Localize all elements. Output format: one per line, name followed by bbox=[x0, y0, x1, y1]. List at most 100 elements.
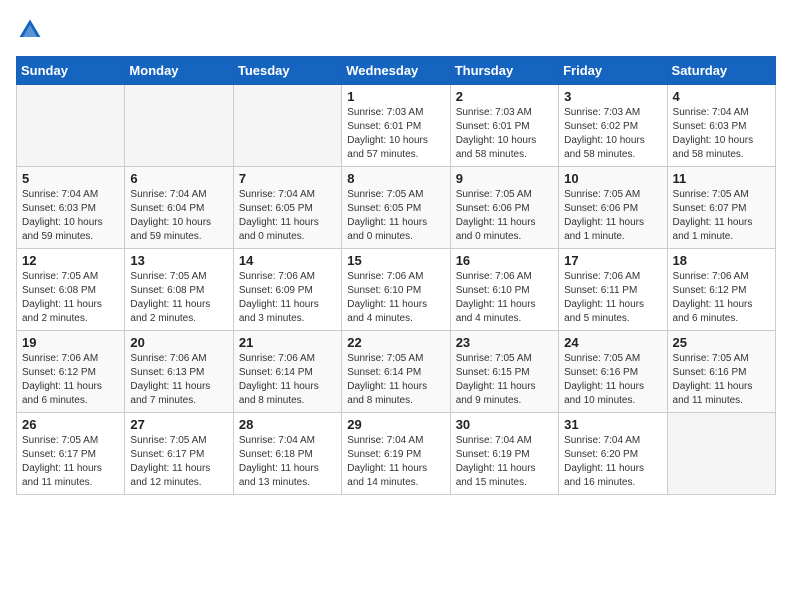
day-number: 16 bbox=[456, 253, 553, 268]
day-number: 10 bbox=[564, 171, 661, 186]
day-info: Sunrise: 7:04 AM Sunset: 6:19 PM Dayligh… bbox=[347, 434, 444, 490]
day-number: 25 bbox=[673, 335, 770, 350]
day-info: Sunrise: 7:05 AM Sunset: 6:06 PM Dayligh… bbox=[564, 188, 661, 244]
calendar-cell: 15 Sunrise: 7:06 AM Sunset: 6:10 PM Dayli… bbox=[342, 249, 450, 331]
day-info: Sunrise: 7:03 AM Sunset: 6:01 PM Dayligh… bbox=[347, 106, 444, 162]
calendar-cell: 14 Sunrise: 7:06 AM Sunset: 6:09 PM Dayli… bbox=[233, 249, 341, 331]
calendar-cell: 2 Sunrise: 7:03 AM Sunset: 6:01 PM Daylig… bbox=[450, 85, 558, 167]
calendar-week-3: 12Sunrise: 7:05 AM Sunset: 6:08 PM Dayli… bbox=[17, 249, 776, 331]
day-info: Sunrise: 7:06 AM Sunset: 6:14 PM Dayligh… bbox=[239, 352, 336, 408]
page-header bbox=[16, 16, 776, 44]
day-number: 26 bbox=[22, 417, 119, 432]
calendar-cell: 1 Sunrise: 7:03 AM Sunset: 6:01 PM Daylig… bbox=[342, 85, 450, 167]
calendar-cell bbox=[17, 85, 125, 167]
day-number: 22 bbox=[347, 335, 444, 350]
day-number: 14 bbox=[239, 253, 336, 268]
calendar-cell: 20 Sunrise: 7:06 AM Sunset: 6:13 PM Dayli… bbox=[125, 331, 233, 413]
day-info: Sunrise: 7:04 AM Sunset: 6:19 PM Dayligh… bbox=[456, 434, 553, 490]
calendar-cell: 11 Sunrise: 7:05 AM Sunset: 6:07 PM Dayli… bbox=[667, 167, 775, 249]
weekday-header-friday: Friday bbox=[559, 57, 667, 85]
day-info: Sunrise: 7:06 AM Sunset: 6:10 PM Dayligh… bbox=[347, 270, 444, 326]
calendar-cell: 25 Sunrise: 7:05 AM Sunset: 6:16 PM Dayli… bbox=[667, 331, 775, 413]
day-info: Sunrise: 7:04 AM Sunset: 6:20 PM Dayligh… bbox=[564, 434, 661, 490]
calendar-week-4: 19 Sunrise: 7:06 AM Sunset: 6:12 PM Dayli… bbox=[17, 331, 776, 413]
calendar-week-1: 1 Sunrise: 7:03 AM Sunset: 6:01 PM Daylig… bbox=[17, 85, 776, 167]
day-info: Sunrise: 7:05 AM Sunset: 6:08 PM Dayligh… bbox=[130, 270, 227, 326]
day-info: Sunrise: 7:04 AM Sunset: 6:05 PM Dayligh… bbox=[239, 188, 336, 244]
calendar-cell: 30 Sunrise: 7:04 AM Sunset: 6:19 PM Dayli… bbox=[450, 413, 558, 495]
day-number: 18 bbox=[673, 253, 770, 268]
calendar-cell: 3 Sunrise: 7:03 AM Sunset: 6:02 PM Daylig… bbox=[559, 85, 667, 167]
day-info: Sunrise: 7:05 AM Sunset: 6:07 PM Dayligh… bbox=[673, 188, 770, 244]
day-number: 24 bbox=[564, 335, 661, 350]
calendar-cell: 31 Sunrise: 7:04 AM Sunset: 6:20 PM Dayli… bbox=[559, 413, 667, 495]
calendar-cell: 9 Sunrise: 7:05 AM Sunset: 6:06 PM Daylig… bbox=[450, 167, 558, 249]
day-info: Sunrise: 7:04 AM Sunset: 6:04 PM Dayligh… bbox=[130, 188, 227, 244]
day-info: Sunrise: 7:05 AM Sunset: 6:06 PM Dayligh… bbox=[456, 188, 553, 244]
weekday-header-row: SundayMondayTuesdayWednesdayThursdayFrid… bbox=[17, 57, 776, 85]
calendar-week-5: 26 Sunrise: 7:05 AM Sunset: 6:17 PM Dayli… bbox=[17, 413, 776, 495]
day-number: 27 bbox=[130, 417, 227, 432]
day-number: 19 bbox=[22, 335, 119, 350]
day-info: Sunrise: 7:05 AM Sunset: 6:17 PM Dayligh… bbox=[130, 434, 227, 490]
calendar-cell bbox=[125, 85, 233, 167]
weekday-header-wednesday: Wednesday bbox=[342, 57, 450, 85]
day-info: Sunrise: 7:06 AM Sunset: 6:10 PM Dayligh… bbox=[456, 270, 553, 326]
calendar-cell: 27 Sunrise: 7:05 AM Sunset: 6:17 PM Dayli… bbox=[125, 413, 233, 495]
day-number: 29 bbox=[347, 417, 444, 432]
calendar-cell: 18 Sunrise: 7:06 AM Sunset: 6:12 PM Dayli… bbox=[667, 249, 775, 331]
calendar-cell: 21 Sunrise: 7:06 AM Sunset: 6:14 PM Dayli… bbox=[233, 331, 341, 413]
day-info: Sunrise: 7:04 AM Sunset: 6:03 PM Dayligh… bbox=[22, 188, 119, 244]
day-number: 23 bbox=[456, 335, 553, 350]
day-number: 20 bbox=[130, 335, 227, 350]
day-number: 9 bbox=[456, 171, 553, 186]
day-info: Sunrise: 7:06 AM Sunset: 6:13 PM Dayligh… bbox=[130, 352, 227, 408]
day-number: 13 bbox=[130, 253, 227, 268]
calendar-cell: 19 Sunrise: 7:06 AM Sunset: 6:12 PM Dayli… bbox=[17, 331, 125, 413]
calendar-cell: 23Sunrise: 7:05 AM Sunset: 6:15 PM Dayli… bbox=[450, 331, 558, 413]
day-info: Sunrise: 7:05 AM Sunset: 6:16 PM Dayligh… bbox=[564, 352, 661, 408]
day-number: 4 bbox=[673, 89, 770, 104]
day-number: 17 bbox=[564, 253, 661, 268]
day-number: 1 bbox=[347, 89, 444, 104]
calendar-cell: 12Sunrise: 7:05 AM Sunset: 6:08 PM Dayli… bbox=[17, 249, 125, 331]
day-info: Sunrise: 7:06 AM Sunset: 6:12 PM Dayligh… bbox=[22, 352, 119, 408]
day-info: Sunrise: 7:04 AM Sunset: 6:03 PM Dayligh… bbox=[673, 106, 770, 162]
calendar-cell: 10 Sunrise: 7:05 AM Sunset: 6:06 PM Dayli… bbox=[559, 167, 667, 249]
day-number: 6 bbox=[130, 171, 227, 186]
calendar-cell: 28 Sunrise: 7:04 AM Sunset: 6:18 PM Dayli… bbox=[233, 413, 341, 495]
day-number: 5 bbox=[22, 171, 119, 186]
calendar-cell: 8Sunrise: 7:05 AM Sunset: 6:05 PM Daylig… bbox=[342, 167, 450, 249]
logo bbox=[16, 16, 48, 44]
day-number: 2 bbox=[456, 89, 553, 104]
day-info: Sunrise: 7:03 AM Sunset: 6:02 PM Dayligh… bbox=[564, 106, 661, 162]
day-info: Sunrise: 7:06 AM Sunset: 6:11 PM Dayligh… bbox=[564, 270, 661, 326]
day-info: Sunrise: 7:06 AM Sunset: 6:12 PM Dayligh… bbox=[673, 270, 770, 326]
calendar-cell: 17 Sunrise: 7:06 AM Sunset: 6:11 PM Dayli… bbox=[559, 249, 667, 331]
day-number: 31 bbox=[564, 417, 661, 432]
weekday-header-saturday: Saturday bbox=[667, 57, 775, 85]
day-info: Sunrise: 7:05 AM Sunset: 6:08 PM Dayligh… bbox=[22, 270, 119, 326]
day-info: Sunrise: 7:06 AM Sunset: 6:09 PM Dayligh… bbox=[239, 270, 336, 326]
day-number: 3 bbox=[564, 89, 661, 104]
calendar-cell: 22Sunrise: 7:05 AM Sunset: 6:14 PM Dayli… bbox=[342, 331, 450, 413]
day-number: 30 bbox=[456, 417, 553, 432]
weekday-header-sunday: Sunday bbox=[17, 57, 125, 85]
day-number: 15 bbox=[347, 253, 444, 268]
weekday-header-monday: Monday bbox=[125, 57, 233, 85]
calendar-cell: 7 Sunrise: 7:04 AM Sunset: 6:05 PM Daylig… bbox=[233, 167, 341, 249]
day-info: Sunrise: 7:04 AM Sunset: 6:18 PM Dayligh… bbox=[239, 434, 336, 490]
calendar-cell: 6 Sunrise: 7:04 AM Sunset: 6:04 PM Daylig… bbox=[125, 167, 233, 249]
day-number: 28 bbox=[239, 417, 336, 432]
calendar-cell: 16 Sunrise: 7:06 AM Sunset: 6:10 PM Dayli… bbox=[450, 249, 558, 331]
calendar-cell bbox=[667, 413, 775, 495]
day-number: 21 bbox=[239, 335, 336, 350]
day-number: 11 bbox=[673, 171, 770, 186]
day-info: Sunrise: 7:05 AM Sunset: 6:16 PM Dayligh… bbox=[673, 352, 770, 408]
day-info: Sunrise: 7:03 AM Sunset: 6:01 PM Dayligh… bbox=[456, 106, 553, 162]
calendar-cell: 13 Sunrise: 7:05 AM Sunset: 6:08 PM Dayli… bbox=[125, 249, 233, 331]
calendar-cell bbox=[233, 85, 341, 167]
day-info: Sunrise: 7:05 AM Sunset: 6:05 PM Dayligh… bbox=[347, 188, 444, 244]
calendar-cell: 26Sunrise: 7:05 AM Sunset: 6:17 PM Dayli… bbox=[17, 413, 125, 495]
day-number: 7 bbox=[239, 171, 336, 186]
